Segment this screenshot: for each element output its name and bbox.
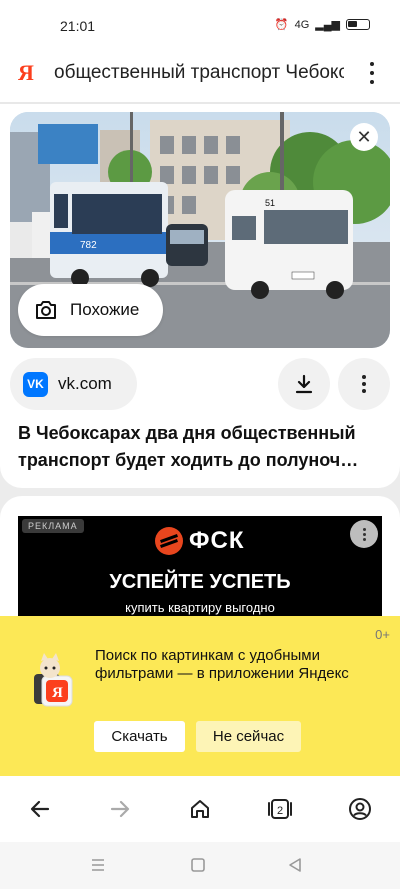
result-title[interactable]: В Чебоксарах два дня общественный трансп…	[18, 420, 384, 474]
more-icon	[362, 375, 366, 393]
search-header: Я общественный транспорт Чебоксары	[0, 50, 400, 98]
close-icon: ✕	[356, 126, 372, 147]
download-button[interactable]	[278, 358, 330, 410]
status-time: 21:01	[60, 18, 96, 34]
status-bar: 21:01 ⏰ 4G ▂▄▆	[0, 0, 400, 50]
camera-search-icon	[36, 301, 56, 319]
download-icon	[295, 374, 313, 394]
system-home-button[interactable]	[188, 855, 208, 875]
svg-text:782: 782	[80, 240, 97, 251]
forward-button[interactable]	[104, 793, 136, 825]
search-query[interactable]: общественный транспорт Чебоксары	[54, 62, 344, 84]
promo-text: Поиск по картинкам с удобными фильтрами …	[95, 647, 349, 682]
similar-label: Похожие	[70, 300, 140, 319]
tabs-count: 2	[277, 805, 283, 817]
status-icons: ⏰ 4G ▂▄▆	[275, 18, 370, 31]
menu-lines-icon	[92, 859, 104, 871]
menu-icon[interactable]	[362, 60, 382, 86]
yandex-logo[interactable]: Я	[18, 60, 34, 86]
install-app-button[interactable]: Скачать	[94, 721, 185, 752]
battery-icon	[346, 19, 370, 30]
yandex-app-icon: Я	[34, 653, 73, 707]
square-icon	[191, 858, 205, 872]
ad-menu-icon[interactable]	[350, 520, 378, 548]
tabs-icon: 2	[268, 799, 292, 819]
alarm-icon: ⏰	[274, 19, 289, 31]
age-rating: 0+	[375, 627, 390, 642]
vk-icon: VK	[23, 371, 48, 397]
not-now-button[interactable]: Не сейчас	[196, 721, 301, 752]
fsk-mark-icon	[155, 527, 183, 555]
back-button[interactable]	[24, 793, 56, 825]
ad-headline: УСПЕЙТЕ УСПЕТЬ	[109, 571, 291, 593]
system-back-button[interactable]	[285, 855, 305, 875]
home-button[interactable]	[184, 793, 216, 825]
svg-text:Я: Я	[52, 685, 63, 701]
back-icon	[30, 800, 50, 818]
source-label: vk.com	[58, 374, 112, 393]
similar-images-button[interactable]: Похожие	[18, 284, 163, 336]
triangle-back-icon	[289, 858, 301, 872]
fsk-brand: ФСК	[189, 527, 245, 554]
tabs-button[interactable]: 2	[264, 793, 296, 825]
recent-apps-button[interactable]	[88, 855, 108, 875]
forward-icon	[110, 800, 130, 818]
profile-icon	[349, 798, 371, 820]
svg-text:51: 51	[265, 198, 275, 208]
more-button[interactable]	[338, 358, 390, 410]
network-label: 4G	[294, 18, 310, 31]
source-link[interactable]: VK vk.com	[10, 358, 137, 410]
close-button[interactable]: ✕	[350, 123, 378, 151]
home-icon	[191, 800, 209, 818]
ad-subline: купить квартиру выгодно	[125, 600, 275, 615]
signal-icon: ▂▄▆	[315, 19, 340, 31]
ad-tag: РЕКЛАМА	[22, 519, 84, 533]
fsk-logo: ФСК	[155, 527, 244, 555]
profile-button[interactable]	[344, 793, 376, 825]
